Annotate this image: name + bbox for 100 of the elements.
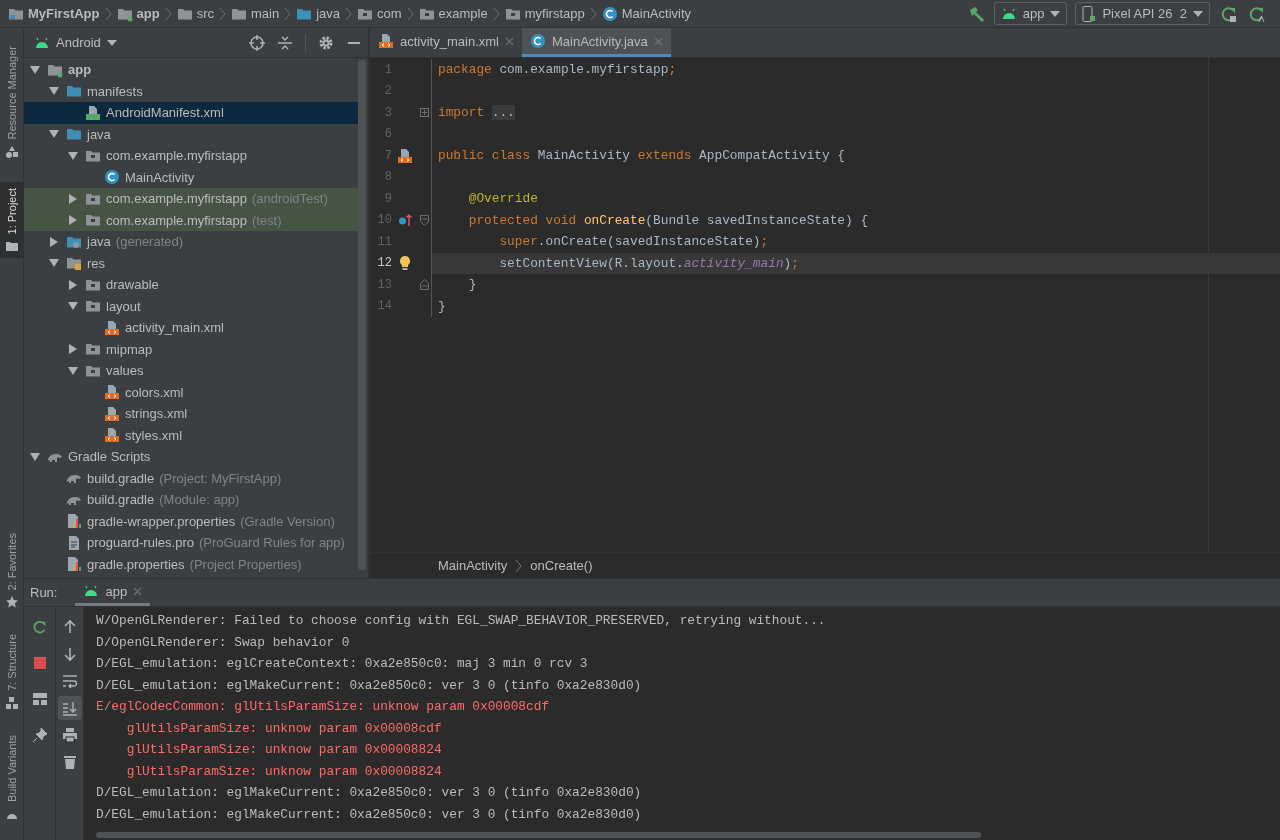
tree-item[interactable]: java: [24, 123, 358, 145]
class-icon: [104, 169, 120, 186]
shapes-icon: [5, 145, 18, 158]
dropdown-caret-icon: [1050, 9, 1061, 18]
log-line: glUtilsParamSize: unknow param 0x00008824: [125, 741, 443, 759]
tree-item[interactable]: MainActivity: [24, 166, 358, 188]
settings-icon[interactable]: [318, 34, 334, 51]
collapse-arrow-icon[interactable]: [49, 86, 59, 97]
line-number: 3: [383, 105, 392, 120]
xml-file-icon: [104, 384, 120, 401]
fold-icon[interactable]: [420, 214, 429, 226]
collapse-arrow-icon[interactable]: [68, 301, 78, 312]
tree-item[interactable]: build.gradle (Module: app): [24, 489, 358, 511]
project-view-dropdown[interactable]: Android: [34, 34, 237, 51]
expand-arrow-icon[interactable]: [68, 279, 78, 290]
separator-icon: [406, 6, 414, 21]
separator-icon: [345, 6, 352, 21]
log-line: glUtilsParamSize: unknow param 0x00008cdf: [125, 719, 443, 738]
breadcrumb-item[interactable]: MainActivity: [438, 558, 508, 573]
tree-item[interactable]: gradle.properties (Project Properties): [24, 553, 358, 575]
tool-window-button[interactable]: 2: Favorites: [0, 526, 23, 615]
lightbulb-icon: [398, 255, 412, 272]
fold-plus-icon[interactable]: [420, 108, 429, 118]
tree-item[interactable]: layout: [24, 295, 358, 317]
down-arrow-icon: [61, 646, 78, 662]
apply-changes-icon[interactable]: [1248, 4, 1266, 23]
tree-item[interactable]: strings.xml: [24, 403, 358, 425]
expand-arrow-icon[interactable]: [68, 193, 78, 204]
breadcrumb-item[interactable]: MyFirstApp: [8, 5, 100, 22]
expand-arrow-icon[interactable]: [49, 236, 59, 247]
separator-icon: [492, 6, 500, 21]
line-number: 14: [376, 299, 392, 314]
tree-item[interactable]: activity_main.xml: [24, 317, 358, 339]
breadcrumb-item[interactable]: main: [230, 5, 280, 22]
folder-icon: [66, 126, 82, 143]
tree-item[interactable]: manifests: [24, 80, 358, 102]
breadcrumb-item[interactable]: app: [116, 5, 160, 22]
tool-window-button[interactable]: 1: Project: [0, 181, 23, 259]
package-icon: [85, 341, 101, 358]
line-number: 6: [383, 127, 392, 142]
tree-item[interactable]: proguard-rules.pro (ProGuard Rules for app): [24, 532, 358, 554]
collapse-arrow-icon[interactable]: [68, 365, 78, 376]
editor-tab[interactable]: activity_main.xml: [370, 28, 522, 57]
breadcrumb-item[interactable]: example: [418, 5, 488, 22]
collapse-arrow-icon[interactable]: [49, 258, 59, 269]
star-icon: [5, 596, 18, 609]
tree-item[interactable]: Gradle Scripts: [24, 446, 358, 468]
separator-icon: [218, 6, 226, 21]
soft-wrap-icon: [61, 673, 78, 689]
tool-window-button[interactable]: Resource Manager: [0, 40, 23, 164]
collapse-arrow-icon[interactable]: [30, 451, 40, 462]
breadcrumb-item[interactable]: myfirstapp: [504, 5, 585, 22]
log-line: D/EGL_emulation: eglMakeCurrent: 0xa2e850c0: ver 3 0 (tinfo 0xa2e830d0): [96, 784, 643, 802]
tree-item[interactable]: com.example.myfirstapp (androidTest): [24, 188, 358, 210]
text-file-icon: [66, 534, 82, 551]
locate-icon[interactable]: [249, 34, 265, 51]
properties-file-icon: [66, 556, 82, 573]
tree-item[interactable]: res: [24, 252, 358, 274]
editor-tab[interactable]: MainActivity.java: [521, 28, 671, 57]
breadcrumb-item[interactable]: onCreate(): [530, 558, 593, 573]
tree-item[interactable]: colors.xml: [24, 381, 358, 403]
expand-arrow-icon[interactable]: [68, 215, 78, 226]
tree-item[interactable]: drawable: [24, 274, 358, 296]
breadcrumb-item[interactable]: MainActivity: [601, 5, 692, 22]
line-number: 12: [376, 256, 392, 271]
device-dropdown[interactable]: Pixel API 26 2: [1075, 2, 1210, 25]
dropdown-caret-icon: [106, 38, 117, 47]
collapse-arrow-icon[interactable]: [49, 129, 59, 140]
log-line: D/OpenGLRenderer: Swap behavior 0: [96, 633, 351, 652]
tree-item[interactable]: app: [24, 59, 358, 81]
xml-file-icon: [378, 33, 394, 49]
breadcrumb-item[interactable]: java: [296, 5, 340, 22]
android-icon: [83, 583, 100, 599]
tree-item[interactable]: java (generated): [24, 231, 358, 253]
tree-item[interactable]: values: [24, 360, 358, 382]
rerun-icon[interactable]: [1220, 4, 1238, 23]
tree-item[interactable]: AndroidManifest.xml: [24, 102, 358, 124]
tree-item[interactable]: com.example.myfirstapp: [24, 145, 358, 167]
breadcrumb-item[interactable]: com: [357, 5, 402, 22]
breadcrumb-item[interactable]: src: [176, 5, 214, 22]
separator-icon: [589, 6, 597, 21]
code-line: package com.example.myfirstapp;: [437, 61, 678, 80]
run-configuration-dropdown[interactable]: app: [993, 2, 1068, 25]
hammer-icon[interactable]: [967, 4, 986, 23]
package-icon: [85, 212, 101, 229]
expand-arrow-icon[interactable]: [68, 344, 78, 355]
collapse-all-icon[interactable]: [277, 34, 293, 51]
tree-item[interactable]: styles.xml: [24, 424, 358, 446]
tree-item[interactable]: mipmap: [24, 338, 358, 360]
tool-window-button[interactable]: Build Variants: [0, 728, 23, 826]
tree-item[interactable]: build.gradle (Project: MyFirstApp): [24, 467, 358, 489]
structure-icon: [5, 696, 18, 709]
tool-window-button[interactable]: 7: Structure: [0, 628, 23, 715]
collapse-arrow-icon[interactable]: [30, 64, 40, 75]
fold-end-icon[interactable]: [420, 279, 429, 291]
layout-icon: [32, 692, 47, 706]
tree-item[interactable]: gradle-wrapper.properties (Gradle Version): [24, 510, 358, 532]
scroll-to-end-button[interactable]: [57, 696, 82, 720]
collapse-arrow-icon[interactable]: [68, 150, 78, 161]
tree-item[interactable]: com.example.myfirstapp (test): [24, 209, 358, 231]
